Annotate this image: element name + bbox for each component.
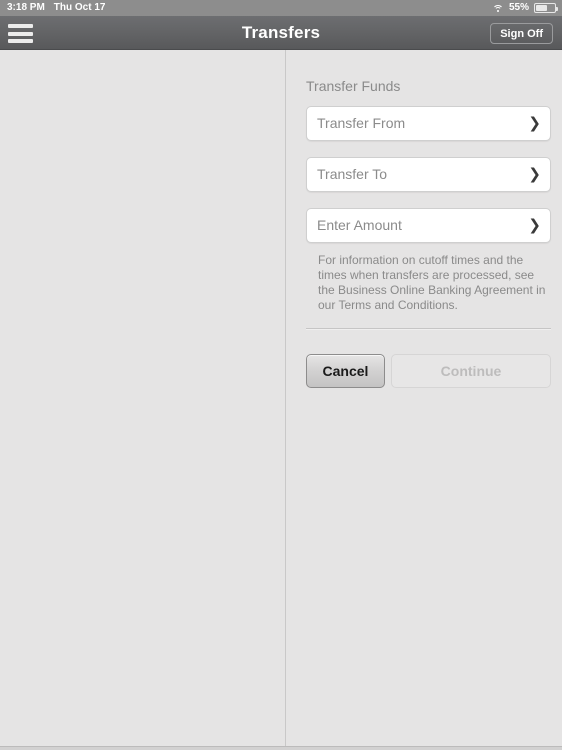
chevron-right-icon: ❯ bbox=[528, 114, 541, 132]
cutoff-times-disclaimer: For information on cutoff times and the … bbox=[318, 253, 546, 312]
page-title: Transfers bbox=[241, 23, 321, 42]
cancel-button[interactable]: Cancel bbox=[306, 354, 385, 388]
chevron-right-icon: ❯ bbox=[528, 165, 541, 183]
sign-off-button[interactable]: Sign Off bbox=[490, 23, 553, 44]
transfer-to-field[interactable]: Transfer To ❯ bbox=[306, 157, 551, 192]
transfer-from-field[interactable]: Transfer From ❯ bbox=[306, 106, 551, 141]
status-bar: 3:18 PM Thu Oct 17 55% bbox=[0, 0, 562, 16]
status-bar-left: 3:18 PM Thu Oct 17 bbox=[7, 0, 105, 16]
section-title: Transfer Funds bbox=[306, 78, 401, 94]
transfer-to-label: Transfer To bbox=[317, 166, 388, 182]
enter-amount-label: Enter Amount bbox=[317, 217, 402, 233]
transfer-from-label: Transfer From bbox=[317, 115, 406, 131]
form-divider bbox=[306, 328, 551, 330]
wifi-icon bbox=[492, 4, 504, 13]
status-date: Thu Oct 17 bbox=[53, 2, 106, 13]
enter-amount-field[interactable]: Enter Amount ❯ bbox=[306, 208, 551, 243]
navigation-bar: Transfers Sign Off bbox=[0, 16, 562, 50]
left-pane bbox=[0, 50, 286, 750]
app-screen: 3:18 PM Thu Oct 17 55% Transfers Sign Of… bbox=[0, 0, 562, 750]
status-bar-right: 55% bbox=[492, 0, 558, 16]
battery-icon bbox=[534, 3, 558, 13]
status-time: 3:18 PM bbox=[7, 2, 45, 13]
transfer-form-pane: Transfer Funds Transfer From ❯ Transfer … bbox=[287, 50, 562, 750]
bottom-edge bbox=[0, 746, 562, 750]
continue-button: Continue bbox=[391, 354, 551, 388]
battery-percent-label: 55% bbox=[508, 2, 529, 13]
chevron-right-icon: ❯ bbox=[528, 216, 541, 234]
